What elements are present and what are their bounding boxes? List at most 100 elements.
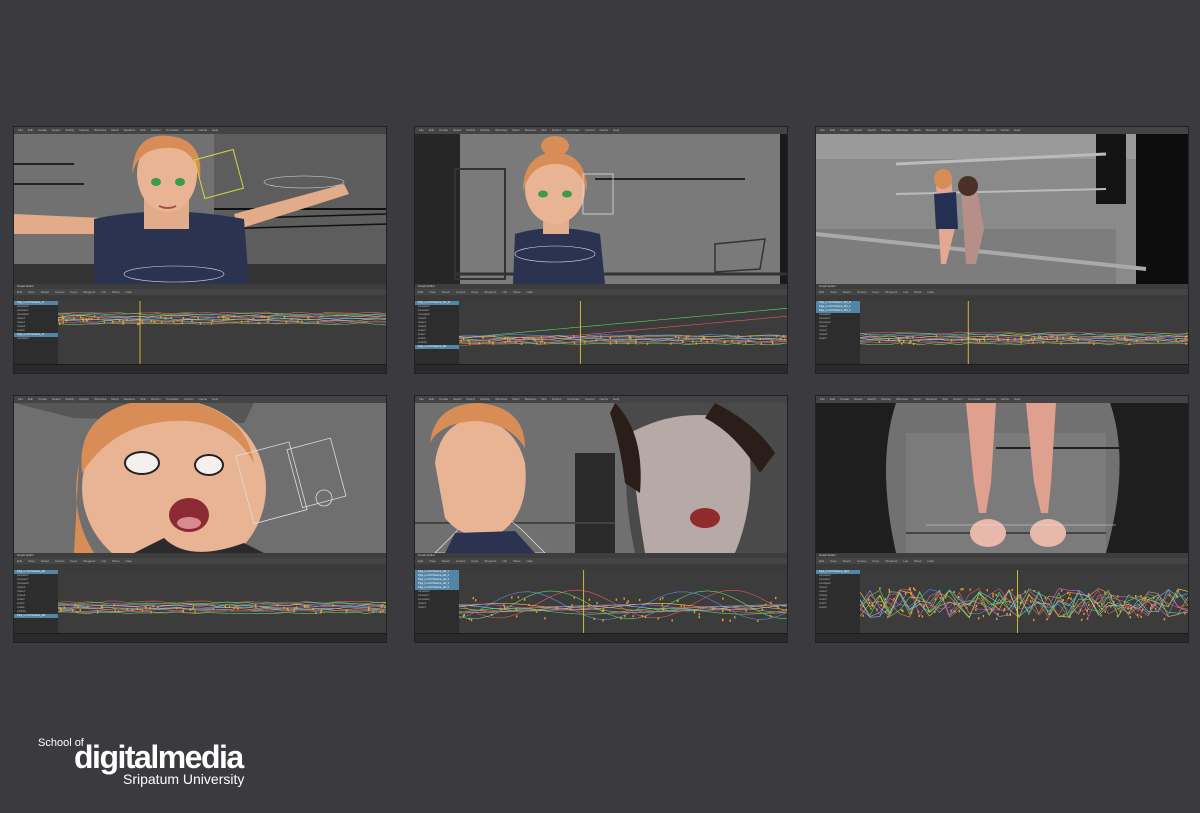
keyframe[interactable] <box>1083 612 1085 615</box>
keyframe[interactable] <box>871 604 874 607</box>
menu-item[interactable]: Cache <box>1000 127 1009 134</box>
keyframe[interactable] <box>173 320 175 323</box>
menu-item[interactable]: Deform <box>552 127 562 134</box>
keyframe[interactable] <box>908 342 911 345</box>
keyframe[interactable] <box>77 605 79 608</box>
keyframe[interactable] <box>93 315 96 318</box>
channel-outliner[interactable]: Ptgs_Lc:ctrl.Sharma_Ncl_R translateX trans… <box>415 301 459 367</box>
keyframe[interactable] <box>900 608 903 612</box>
keyframe[interactable] <box>1116 336 1119 339</box>
channel-outliner[interactable]: Ptgs_Lc:ctrl.Sharma_Hips translateX transl… <box>816 570 860 636</box>
keyframe[interactable] <box>478 342 481 345</box>
keyframe[interactable] <box>923 605 925 608</box>
keyframe[interactable] <box>181 321 183 325</box>
menu-item[interactable]: Windows <box>896 396 908 403</box>
keyframe[interactable] <box>1067 596 1070 600</box>
menu-item[interactable]: Control <box>184 127 194 134</box>
keyframe[interactable] <box>921 615 924 618</box>
keyframe[interactable] <box>700 338 702 342</box>
keyframe[interactable] <box>974 338 977 341</box>
curve-area[interactable] <box>860 301 1188 367</box>
keyframe[interactable] <box>862 614 864 617</box>
keyframe[interactable] <box>883 605 886 608</box>
keyframe[interactable] <box>909 588 911 591</box>
keyframe[interactable] <box>507 339 509 342</box>
keyframe[interactable] <box>90 317 93 320</box>
keyframe[interactable] <box>1080 618 1083 621</box>
keyframe[interactable] <box>977 617 980 620</box>
keyframe[interactable] <box>1128 611 1130 614</box>
keyframe[interactable] <box>1104 610 1106 613</box>
keyframe[interactable] <box>1181 340 1183 343</box>
menu-item[interactable]: Constrain <box>567 127 580 134</box>
keyframe[interactable] <box>1144 598 1146 601</box>
keyframe[interactable] <box>1046 618 1048 621</box>
keyframe[interactable] <box>615 598 618 601</box>
keyframe[interactable] <box>192 607 194 610</box>
menu-item[interactable]: Create <box>38 396 47 403</box>
keyframe[interactable] <box>1070 335 1072 339</box>
menu-item[interactable]: Skin <box>942 127 948 134</box>
menu-item[interactable]: Create <box>439 396 448 403</box>
keyframe[interactable] <box>1142 597 1144 600</box>
keyframe[interactable] <box>79 609 81 612</box>
keyframe[interactable] <box>609 336 611 339</box>
keyframe[interactable] <box>1145 337 1148 340</box>
keyframe[interactable] <box>74 604 76 607</box>
keyframe[interactable] <box>627 600 629 603</box>
keyframe[interactable] <box>261 315 263 318</box>
keyframe[interactable] <box>117 610 120 613</box>
keyframe[interactable] <box>945 592 948 595</box>
keyframe[interactable] <box>1110 595 1113 598</box>
keyframe[interactable] <box>609 342 612 345</box>
keyframe[interactable] <box>516 615 518 618</box>
keyframe[interactable] <box>534 339 537 342</box>
menu-item[interactable]: Modify <box>65 127 74 134</box>
keyframe[interactable] <box>82 319 85 322</box>
menu-item[interactable]: File <box>820 396 825 403</box>
time-slider[interactable] <box>14 364 386 373</box>
keyframe[interactable] <box>170 316 172 319</box>
channel-row[interactable]: translateX <box>14 337 58 341</box>
keyframe[interactable] <box>1128 342 1131 346</box>
keyframe[interactable] <box>247 320 249 323</box>
keyframe[interactable] <box>1154 603 1157 606</box>
keyframe[interactable] <box>1007 339 1009 342</box>
keyframe[interactable] <box>698 616 700 619</box>
menu-item[interactable]: Deform <box>151 127 161 134</box>
keyframe[interactable] <box>87 605 89 608</box>
keyframe[interactable] <box>907 336 909 339</box>
keyframe[interactable] <box>935 335 938 338</box>
keyframe[interactable] <box>1177 589 1179 593</box>
menu-item[interactable]: Constrain <box>968 127 981 134</box>
keyframe[interactable] <box>1033 590 1036 593</box>
keyframe[interactable] <box>499 607 502 610</box>
keyframe[interactable] <box>917 339 920 343</box>
keyframe[interactable] <box>112 320 114 323</box>
menu-item[interactable]: Edit <box>28 396 33 403</box>
keyframe[interactable] <box>63 606 65 609</box>
keyframe[interactable] <box>1117 595 1119 598</box>
keyframe[interactable] <box>627 342 629 345</box>
keyframe[interactable] <box>346 609 348 612</box>
menu-item[interactable]: Deform <box>151 396 161 403</box>
keyframe[interactable] <box>911 596 913 599</box>
keyframe[interactable] <box>1020 341 1022 344</box>
viewport-5[interactable] <box>415 403 787 553</box>
keyframe[interactable] <box>1003 609 1005 612</box>
keyframe[interactable] <box>602 608 605 611</box>
keyframe[interactable] <box>774 597 777 600</box>
keyframe[interactable] <box>786 608 787 611</box>
menu-item[interactable]: Deform <box>552 396 562 403</box>
menu-item[interactable]: Control <box>585 396 595 403</box>
menu-item[interactable]: Help <box>212 127 218 134</box>
keyframe[interactable] <box>981 602 983 605</box>
keyframe[interactable] <box>628 336 631 339</box>
keyframe[interactable] <box>493 335 495 338</box>
keyframe[interactable] <box>771 342 774 345</box>
keyframe[interactable] <box>541 339 544 342</box>
keyframe[interactable] <box>737 335 740 338</box>
keyframe[interactable] <box>702 336 705 339</box>
menu-item[interactable]: File <box>419 127 424 134</box>
keyframe[interactable] <box>728 609 731 612</box>
